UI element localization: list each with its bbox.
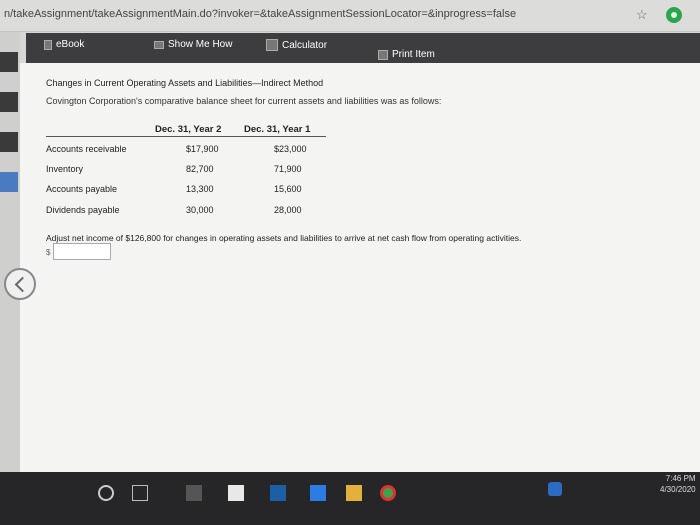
pinned-app-icon[interactable] <box>186 485 202 501</box>
table-row: Dividends payable 30,000 28,000 <box>46 205 346 223</box>
row-value-year2: 30,000 <box>186 205 214 215</box>
calculator-button[interactable]: Calculator <box>266 39 327 51</box>
table-row: Accounts receivable $17,900 $23,000 <box>46 144 346 162</box>
print-item-button[interactable]: Print Item <box>378 49 435 60</box>
pinned-app-icon[interactable] <box>270 485 286 501</box>
problem-instruction: Adjust net income of $126,800 for change… <box>46 233 522 243</box>
problem-panel: Changes in Current Operating Assets and … <box>20 63 700 473</box>
left-tab-strip <box>0 32 20 472</box>
address-bar[interactable]: n/takeAssignment/takeAssignmentMain.do?i… <box>0 0 700 32</box>
search-icon[interactable] <box>98 485 114 501</box>
table-row: Accounts payable 13,300 15,600 <box>46 184 346 202</box>
clock-time: 7:46 PM <box>665 474 696 483</box>
print-item-label: Print Item <box>392 49 435 60</box>
clock-date: 4/30/2020 <box>660 485 696 494</box>
table-rule <box>46 136 326 137</box>
row-label: Inventory <box>46 164 84 174</box>
row-value-year1: 15,600 <box>274 184 302 194</box>
table-row: Inventory 82,700 71,900 <box>46 164 346 182</box>
row-label: Accounts receivable <box>46 144 127 154</box>
calculator-icon <box>266 39 278 51</box>
row-value-year2: 82,700 <box>186 164 214 174</box>
row-label: Accounts payable <box>46 184 118 194</box>
problem-intro: Covington Corporation's comparative bala… <box>46 96 442 106</box>
task-view-icon[interactable] <box>132 485 148 501</box>
row-label: Dividends payable <box>46 205 120 215</box>
ebook-label: eBook <box>56 39 85 50</box>
side-tab[interactable] <box>0 92 18 112</box>
extension-icon[interactable] <box>666 7 682 23</box>
cash-flow-answer-input[interactable] <box>53 243 111 260</box>
side-tab[interactable] <box>0 132 18 152</box>
row-value-year1: 71,900 <box>274 164 302 174</box>
book-icon <box>44 39 52 50</box>
taskbar-clock[interactable]: 7:46 PM 4/30/2020 <box>660 473 696 495</box>
problem-title: Changes in Current Operating Assets and … <box>46 78 324 88</box>
dropbox-icon[interactable] <box>310 485 326 501</box>
video-icon <box>154 40 164 49</box>
folder-icon[interactable] <box>346 485 362 501</box>
row-value-year2: 13,300 <box>186 184 214 194</box>
calculator-label: Calculator <box>282 39 328 51</box>
column-header-year2: Dec. 31, Year 2 <box>155 124 222 135</box>
app-tray-icon[interactable] <box>548 482 562 496</box>
ebook-button[interactable]: eBook <box>44 39 84 50</box>
side-tab[interactable] <box>0 52 18 72</box>
show-me-how-label: Show Me How <box>168 39 233 50</box>
assignment-toolbar: eBook Show Me How Calculator Print Item <box>26 33 700 63</box>
print-icon <box>378 49 388 60</box>
row-value-year2: $17,900 <box>186 144 219 154</box>
show-me-how-button[interactable]: Show Me How <box>154 39 232 50</box>
column-header-year1: Dec. 31, Year 1 <box>244 124 311 135</box>
side-tab-active[interactable] <box>0 172 18 192</box>
bookmark-star-icon[interactable]: ☆ <box>636 7 648 23</box>
currency-prefix: $ <box>46 248 51 257</box>
back-button[interactable] <box>4 268 36 300</box>
store-icon[interactable] <box>228 485 244 501</box>
row-value-year1: $23,000 <box>274 144 307 154</box>
chrome-icon[interactable] <box>380 485 396 501</box>
row-value-year1: 28,000 <box>274 205 302 215</box>
url-text[interactable]: n/takeAssignment/takeAssignmentMain.do?i… <box>4 8 516 20</box>
